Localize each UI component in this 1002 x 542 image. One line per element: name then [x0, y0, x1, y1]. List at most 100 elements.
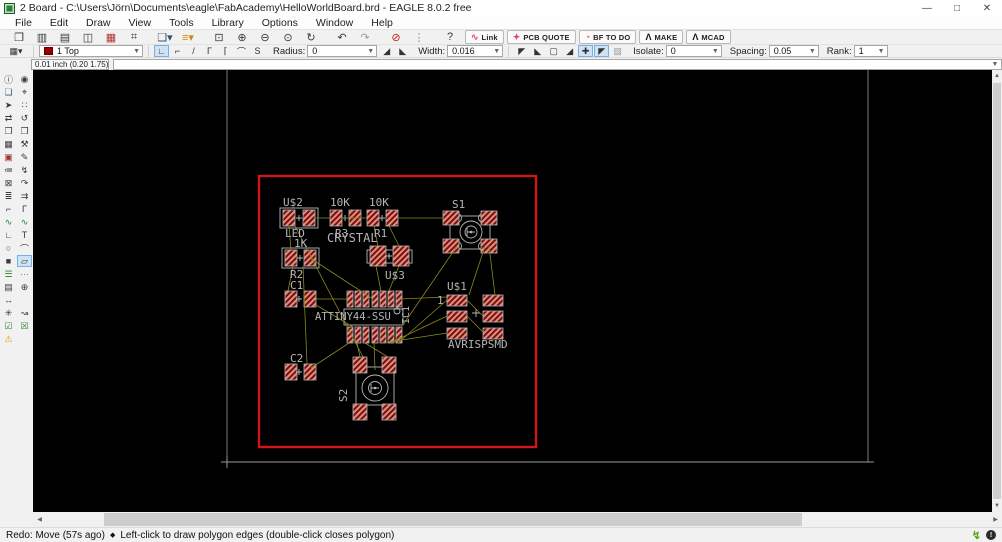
horizontal-scroll-thumb[interactable]: [104, 513, 802, 526]
scroll-right-arrow[interactable]: ▶: [989, 516, 1002, 523]
pour-hatch[interactable]: ◣: [530, 45, 545, 57]
isolate-select[interactable]: 0 ▼: [665, 45, 722, 57]
drawing-canvas[interactable]: U$2 LED 10K R3 10K R1 S1 CRYSTAL 1K R2 U…: [33, 70, 992, 512]
signal-icon[interactable]: ⋯: [17, 268, 32, 280]
bend-style-2[interactable]: ⌐: [170, 45, 185, 57]
split-icon[interactable]: ⇉: [17, 190, 32, 202]
bend-icon[interactable]: ⌐: [1, 203, 16, 215]
zoom-redraw-icon[interactable]: ↻: [300, 30, 322, 44]
ripup-icon[interactable]: ∿: [17, 216, 32, 228]
autorouter-icon[interactable]: ↝: [17, 307, 32, 319]
width-select[interactable]: 0.016 ▼: [447, 45, 504, 57]
menu-item[interactable]: Window: [307, 17, 362, 29]
menu-item[interactable]: Help: [362, 17, 402, 29]
zoom-in-icon[interactable]: ⊕: [231, 30, 253, 44]
value-icon[interactable]: ≔: [1, 164, 16, 176]
grid-button[interactable]: ▦▾: [4, 45, 28, 57]
scroll-left-arrow[interactable]: ◀: [33, 516, 46, 523]
bend-style-7[interactable]: S: [250, 45, 265, 57]
text-icon[interactable]: T: [17, 229, 32, 241]
erc-icon[interactable]: ☒: [17, 320, 32, 332]
bend-style-1[interactable]: ∟: [154, 45, 169, 57]
stop-icon[interactable]: ⊘: [385, 30, 407, 44]
zoom-select-icon[interactable]: ⊙: [277, 30, 299, 44]
bend-style-3[interactable]: /: [186, 45, 201, 57]
dimension-icon[interactable]: ↔: [1, 294, 16, 306]
menu-item[interactable]: View: [120, 17, 161, 29]
mcad-button[interactable]: Λ MCAD: [686, 30, 731, 44]
menu-item[interactable]: File: [6, 17, 41, 29]
polygon-icon[interactable]: ▱: [17, 255, 32, 267]
optimize-icon[interactable]: ↷: [17, 177, 32, 189]
make-button[interactable]: Λ MAKE: [639, 30, 684, 44]
notification-icon[interactable]: !: [986, 530, 996, 540]
menu-item[interactable]: Library: [203, 17, 253, 29]
cam-processor-icon[interactable]: ▦: [100, 30, 122, 44]
paste-icon[interactable]: ❒: [17, 125, 32, 137]
fusion-link-button[interactable]: ∿ Link: [465, 30, 504, 44]
mirror-icon[interactable]: ⇄: [1, 112, 16, 124]
move-icon[interactable]: ➤: [1, 99, 16, 111]
rank-select[interactable]: 1 ▼: [853, 45, 888, 57]
schematic-switch-icon[interactable]: ❏▾: [154, 30, 176, 44]
help-icon[interactable]: ?: [439, 30, 461, 44]
layer-settings-icon[interactable]: ❏: [1, 86, 16, 98]
maximize-button[interactable]: □: [942, 0, 972, 16]
command-input[interactable]: [114, 59, 989, 69]
smash-icon[interactable]: ↯: [17, 164, 32, 176]
horizontal-scrollbar[interactable]: ◀ ▶: [33, 512, 1002, 527]
vertical-scrollbar[interactable]: ▲ ▼: [992, 70, 1002, 512]
display-icon[interactable]: ◉: [17, 73, 32, 85]
menu-item[interactable]: Draw: [77, 17, 120, 29]
lock-icon[interactable]: ⊠: [1, 177, 16, 189]
hole-icon[interactable]: ⊕: [17, 281, 32, 293]
hatch-grid[interactable]: ▨: [610, 45, 625, 57]
vertical-scroll-thumb[interactable]: [993, 83, 1001, 499]
chevron-down-icon[interactable]: ▼: [989, 61, 1001, 68]
wire-icon[interactable]: ∟: [1, 229, 16, 241]
wrench-icon[interactable]: ⚒: [17, 138, 32, 150]
export-image-icon[interactable]: ◫: [77, 30, 99, 44]
bf-todo-button[interactable]: ◔ BF TO DO: [578, 30, 637, 44]
circle-icon[interactable]: ○: [1, 242, 16, 254]
meander-icon[interactable]: ≣: [1, 190, 16, 202]
menu-item[interactable]: Edit: [41, 17, 77, 29]
delete-icon[interactable]: ▦: [1, 138, 16, 150]
miter-icon[interactable]: Γ: [17, 203, 32, 215]
bend-style-6[interactable]: ⌒: [234, 45, 249, 57]
thermal-style[interactable]: ◢: [562, 45, 577, 57]
thermal-cross[interactable]: ✚: [578, 45, 594, 57]
close-button[interactable]: ✕: [972, 0, 1002, 16]
mark-icon[interactable]: ⌖: [17, 86, 32, 98]
name-icon[interactable]: ✎: [17, 151, 32, 163]
route-icon[interactable]: ∿: [1, 216, 16, 228]
undo-icon[interactable]: ↶: [331, 30, 353, 44]
open-icon[interactable]: ❒: [8, 30, 30, 44]
menu-item[interactable]: Tools: [160, 17, 203, 29]
save-icon[interactable]: ▥: [31, 30, 53, 44]
smd-icon[interactable]: ▤: [1, 281, 16, 293]
scroll-up-arrow[interactable]: ▲: [992, 70, 1002, 82]
replace-icon[interactable]: ▣: [1, 151, 16, 163]
pour-outline[interactable]: ▢: [546, 45, 561, 57]
via-icon[interactable]: ☰: [1, 268, 16, 280]
drc-icon[interactable]: ☑: [1, 320, 16, 332]
copy-icon[interactable]: ❐: [1, 125, 16, 137]
print-icon[interactable]: ▤: [54, 30, 76, 44]
ratsnest-icon[interactable]: ✳: [1, 307, 16, 319]
pour-solid[interactable]: ◤: [514, 45, 529, 57]
pcb-quote-button[interactable]: ✦ PCB QUOTE: [506, 30, 576, 44]
info-icon[interactable]: ⓘ: [1, 73, 16, 85]
menu-item[interactable]: Options: [253, 17, 307, 29]
zoom-fit-icon[interactable]: ⊡: [208, 30, 230, 44]
redo-icon[interactable]: ↷: [354, 30, 376, 44]
scroll-down-arrow[interactable]: ▼: [992, 500, 1002, 512]
radius-select[interactable]: 0 ▼: [307, 45, 378, 57]
group-icon[interactable]: ∷: [17, 99, 32, 111]
rotate-icon[interactable]: ↺: [17, 112, 32, 124]
miter-style-2[interactable]: ◣: [395, 45, 410, 57]
library-icon[interactable]: ⌗: [123, 30, 145, 44]
board-drawing[interactable]: U$2 LED 10K R3 10K R1 S1 CRYSTAL 1K R2 U…: [33, 70, 992, 512]
spacing-select[interactable]: 0.05 ▼: [768, 45, 819, 57]
orphans-toggle[interactable]: ◤: [594, 45, 610, 57]
